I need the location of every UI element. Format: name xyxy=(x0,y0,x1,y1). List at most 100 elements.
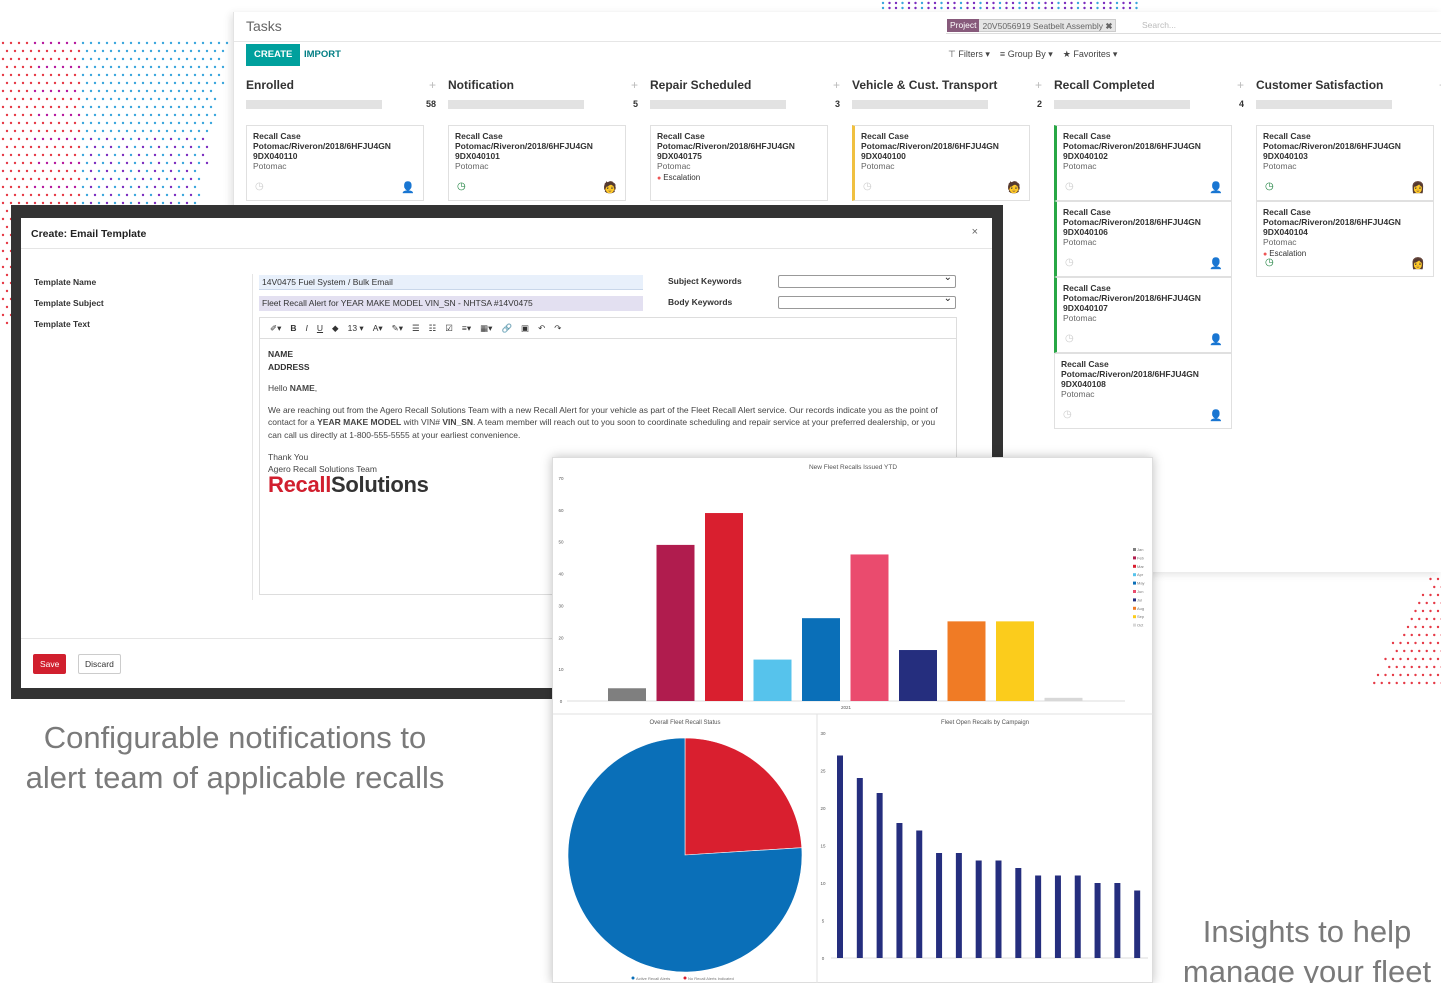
assign-user-icon[interactable]: 👤 xyxy=(1209,181,1223,194)
assign-user-icon[interactable]: 👤 xyxy=(401,181,415,194)
clock-icon[interactable]: ◷ xyxy=(1065,333,1074,344)
facet-close-icon[interactable]: ✖ xyxy=(1105,21,1112,31)
add-icon[interactable]: + xyxy=(1035,78,1042,92)
kanban-card[interactable]: Recall Case Potomac/Riveron/2018/6HFJU4G… xyxy=(650,125,828,201)
italic-icon[interactable]: I xyxy=(306,323,308,333)
decor-dot xyxy=(185,105,189,109)
template-subject-input[interactable]: Fleet Recall Alert for YEAR MAKE MODEL V… xyxy=(259,296,643,311)
filters-menu[interactable]: ⊤ Filters ▾ xyxy=(948,49,990,60)
add-icon[interactable]: + xyxy=(1237,78,1244,92)
create-button[interactable]: CREATE xyxy=(246,44,301,66)
kanban-card[interactable]: Recall Case Potomac/Riveron/2018/6HFJU4G… xyxy=(1256,201,1434,277)
decor-dot xyxy=(85,49,89,53)
column-count: 5 xyxy=(632,99,638,109)
brush-icon[interactable]: ✎▾ xyxy=(392,323,403,334)
underline-icon[interactable]: U xyxy=(317,323,323,333)
decor-dot xyxy=(972,6,976,10)
decor-dot xyxy=(21,65,25,69)
discard-button[interactable]: Discard xyxy=(78,654,121,674)
decor-dot xyxy=(85,81,89,85)
clock-icon[interactable]: ◷ xyxy=(457,181,466,192)
decor-dot xyxy=(927,1,930,5)
assign-user-icon[interactable]: 👤 xyxy=(1209,409,1223,422)
clock-icon[interactable]: ◷ xyxy=(1065,257,1074,268)
table-icon[interactable]: ▦▾ xyxy=(480,323,492,334)
subject-keywords-select[interactable] xyxy=(778,272,956,288)
kanban-card[interactable]: Recall Case Potomac/Riveron/2018/6HFJU4G… xyxy=(1054,353,1232,429)
caption-left-line2: alert team of applicable recalls xyxy=(25,760,445,795)
save-button[interactable]: Save xyxy=(33,654,67,674)
decor-dot xyxy=(81,185,85,189)
image-icon[interactable]: ▣ xyxy=(521,323,529,334)
clock-icon[interactable]: ◷ xyxy=(1063,409,1072,420)
add-icon[interactable]: + xyxy=(429,78,436,92)
kanban-card[interactable]: Recall Case Potomac/Riveron/2018/6HFJU4G… xyxy=(1256,125,1434,201)
clock-icon[interactable]: ◷ xyxy=(1265,181,1274,192)
import-button[interactable]: IMPORT xyxy=(304,44,341,66)
decor-dot xyxy=(17,105,21,109)
kanban-card[interactable]: Recall Case Potomac/Riveron/2018/6HFJU4G… xyxy=(852,125,1030,201)
decor-dot xyxy=(193,105,197,109)
filter-icon: ⊤ xyxy=(948,49,956,59)
decor-dot xyxy=(181,81,185,85)
groupby-menu[interactable]: ≡ Group By ▾ xyxy=(1000,49,1053,60)
search-input[interactable]: Search... xyxy=(1142,19,1176,32)
clock-icon[interactable]: ◷ xyxy=(863,181,872,192)
add-icon[interactable]: + xyxy=(833,78,840,92)
decor-dot xyxy=(9,105,13,109)
card-path: Potomac/Riveron/2018/6HFJU4GN xyxy=(1063,293,1201,303)
avatar[interactable]: 👩 xyxy=(1411,257,1425,270)
redo-icon[interactable]: ↷ xyxy=(554,323,561,334)
dialog-title: Create: Email Template xyxy=(31,228,147,240)
decor-dot xyxy=(109,193,113,197)
clock-icon[interactable]: ◷ xyxy=(255,181,264,192)
bar xyxy=(899,650,937,701)
font-color-icon[interactable]: A▾ xyxy=(373,323,383,334)
decor-dot xyxy=(161,185,165,189)
bold-icon[interactable]: B xyxy=(290,323,296,333)
legend-label: Active Recall Alerts xyxy=(636,976,670,981)
decor-dot xyxy=(209,57,213,61)
template-name-input[interactable]: 14V0475 Fuel System / Bulk Email xyxy=(259,275,643,290)
font-size-select[interactable]: 13 ▾ xyxy=(348,323,364,334)
eraser-icon[interactable]: ◆ xyxy=(332,323,339,334)
decor-dot xyxy=(197,129,201,133)
favorites-menu[interactable]: ★ Favorites ▾ xyxy=(1063,49,1118,60)
link-icon[interactable]: 🔗 xyxy=(501,323,512,334)
unordered-list-icon[interactable]: ☰ xyxy=(412,323,420,334)
kanban-card[interactable]: Recall Case Potomac/Riveron/2018/6HFJU4G… xyxy=(246,125,424,201)
card-id: 9DX040102 xyxy=(1063,151,1108,161)
avatar[interactable]: 🧑 xyxy=(603,181,617,194)
decor-dot xyxy=(5,225,9,229)
clock-icon[interactable]: ◷ xyxy=(1265,257,1274,268)
body-address: ADDRESS xyxy=(268,361,310,372)
clock-icon[interactable]: ◷ xyxy=(1065,181,1074,192)
align-icon[interactable]: ≡▾ xyxy=(462,323,471,334)
close-icon[interactable]: × xyxy=(972,226,978,238)
decor-dot xyxy=(169,73,173,77)
add-icon[interactable]: + xyxy=(631,78,638,92)
kanban-card[interactable]: Recall Case Potomac/Riveron/2018/6HFJU4G… xyxy=(448,125,626,201)
kanban-card[interactable]: Recall Case Potomac/Riveron/2018/6HFJU4G… xyxy=(1054,125,1232,201)
kanban-card[interactable]: Recall Case Potomac/Riveron/2018/6HFJU4G… xyxy=(1054,277,1232,353)
avatar[interactable]: 👩 xyxy=(1411,181,1425,194)
kanban-card[interactable]: Recall Case Potomac/Riveron/2018/6HFJU4G… xyxy=(1054,201,1232,277)
checklist-icon[interactable]: ☑ xyxy=(445,323,453,334)
undo-icon[interactable]: ↶ xyxy=(538,323,545,334)
decor-dot xyxy=(129,105,133,109)
card-path: Potomac/Riveron/2018/6HFJU4GN xyxy=(1263,141,1401,151)
card-title: Recall Case xyxy=(1063,283,1111,293)
decor-dot xyxy=(959,6,963,10)
search-facet[interactable]: Project 20V5056919 Seatbelt Assembly ✖ xyxy=(947,19,1117,32)
ordered-list-icon[interactable]: ☷ xyxy=(429,323,437,334)
column-notification: Notification + 5 xyxy=(448,78,644,109)
body-keywords-select[interactable] xyxy=(778,293,956,309)
decor-dot xyxy=(21,113,25,117)
avatar[interactable]: 🧑 xyxy=(1007,181,1021,194)
decor-dot xyxy=(1414,673,1417,677)
magic-icon[interactable]: ✐▾ xyxy=(270,323,281,334)
decor-dot xyxy=(157,177,161,181)
assign-user-icon[interactable]: 👤 xyxy=(1209,257,1223,270)
assign-user-icon[interactable]: 👤 xyxy=(1209,333,1223,346)
decor-dot xyxy=(145,105,149,109)
